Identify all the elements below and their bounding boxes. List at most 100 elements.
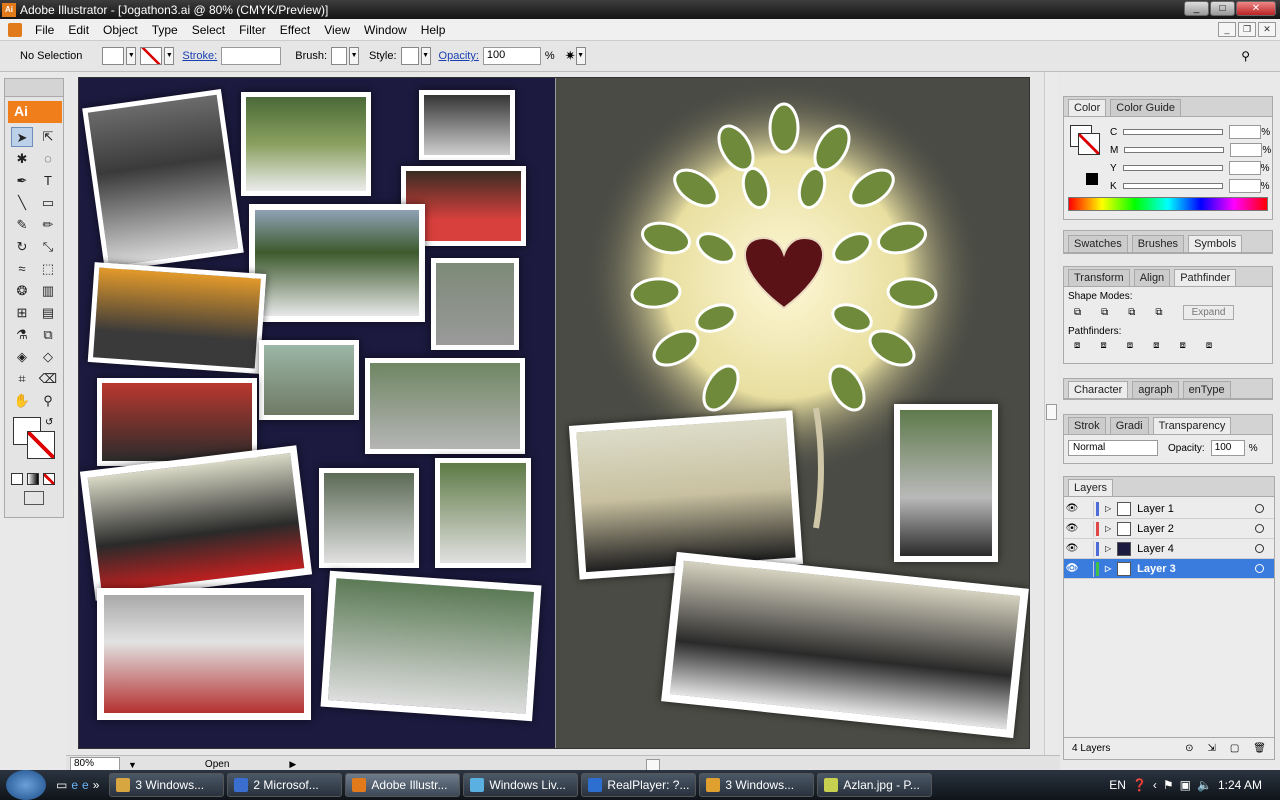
menu-filter[interactable]: Filter (232, 23, 273, 37)
photo-crowd-stretching[interactable] (82, 89, 244, 272)
graph-tool-icon[interactable]: ▥ (37, 281, 59, 301)
help-icon[interactable]: ❓ (1132, 778, 1147, 792)
paintbrush-tool-icon[interactable]: ✎ (11, 215, 33, 235)
layer-target-icon[interactable] (1255, 504, 1264, 513)
visibility-eye-icon[interactable]: 👁 (1064, 523, 1080, 534)
layer-name[interactable]: Layer 4 (1137, 543, 1174, 555)
divide-icon[interactable]: ⧈ (1074, 340, 1080, 351)
trim-icon[interactable]: ⧈ (1100, 340, 1106, 351)
tab-color[interactable]: Color (1068, 99, 1107, 116)
merge-icon[interactable]: ⧈ (1127, 340, 1133, 351)
transparency-opacity-field[interactable]: 100 (1210, 440, 1245, 456)
scale-tool-icon[interactable]: ⤡ (37, 237, 59, 257)
tab-paragraph[interactable]: agraph (1132, 381, 1179, 398)
status-menu-arrow[interactable]: ▶ (289, 759, 296, 770)
lock-toggle[interactable] (1080, 540, 1094, 557)
clock[interactable]: 1:24 AM (1218, 778, 1262, 792)
intersect-icon[interactable]: ⧉ (1128, 307, 1135, 318)
photo-two-officers[interactable] (241, 92, 371, 196)
photo-mass-start[interactable] (320, 570, 542, 722)
delete-layer-icon[interactable]: 🗑 (1253, 743, 1266, 754)
opacity-field[interactable]: 100 (482, 47, 541, 65)
swap-colors-icon[interactable]: ↺ (45, 417, 53, 428)
symbol-sprayer-tool-icon[interactable]: ❂ (11, 281, 33, 301)
channel-k-slider[interactable] (1122, 183, 1223, 189)
channel-c-slider[interactable] (1123, 129, 1224, 135)
gradient-tool-icon[interactable]: ▤ (37, 303, 59, 323)
layer-row[interactable]: 👁 ▷ Layer 2 (1064, 519, 1274, 539)
rotate-tool-icon[interactable]: ↻ (11, 237, 33, 257)
stroke-color-icon[interactable] (27, 431, 55, 459)
volume-icon[interactable]: 🔈 (1197, 778, 1212, 792)
task-windows-live[interactable]: Windows Liv... (463, 773, 579, 797)
menu-file[interactable]: File (28, 23, 61, 37)
photo-group-indoor[interactable] (419, 90, 515, 160)
tray-app-icon[interactable]: ⚑ (1163, 778, 1174, 792)
tab-gradient[interactable]: Gradi (1109, 417, 1149, 434)
fill-dropdown[interactable]: ▼ (126, 47, 137, 65)
eraser-tool-icon[interactable]: ⌫ (37, 369, 59, 389)
channel-y-field[interactable] (1228, 161, 1261, 175)
stroke-color-dropdown[interactable]: ▼ (164, 47, 175, 65)
channel-c-field[interactable] (1229, 125, 1262, 139)
color-spectrum-bar[interactable] (1068, 197, 1268, 211)
vertical-scrollbar[interactable] (1044, 72, 1058, 755)
style-swatch[interactable] (400, 47, 419, 65)
zoom-tool-icon[interactable]: ⚲ (37, 391, 59, 411)
doc-restore-button[interactable]: ❐ (1238, 22, 1256, 37)
menu-help[interactable]: Help (414, 23, 453, 37)
layer-target-icon[interactable] (1255, 564, 1264, 573)
channel-y-slider[interactable] (1122, 165, 1223, 171)
task-adobe-illustrator[interactable]: Adobe Illustr... (345, 773, 461, 797)
unite-icon[interactable]: ⧉ (1074, 307, 1081, 318)
outline-icon[interactable]: ⧈ (1180, 340, 1186, 351)
stroke-link[interactable]: Stroke: (182, 50, 217, 62)
tab-symbols[interactable]: Symbols (1188, 235, 1243, 252)
type-tool-icon[interactable]: T (37, 171, 59, 191)
rectangle-tool-icon[interactable]: ▭ (37, 193, 59, 213)
tab-pathfinder[interactable]: Pathfinder (1174, 269, 1237, 286)
minimize-button[interactable]: _ (1184, 1, 1209, 16)
doc-minimize-button[interactable]: _ (1218, 22, 1236, 37)
photo-start-warmup[interactable] (249, 204, 425, 322)
zoom-dropdown-icon[interactable]: ▼ (128, 760, 137, 770)
channel-m-field[interactable] (1230, 143, 1263, 157)
line-tool-icon[interactable]: ╲ (11, 193, 33, 213)
tab-stroke[interactable]: Strok (1068, 417, 1106, 434)
recolor-icon[interactable]: ✷ (565, 48, 576, 64)
horizontal-scroll-thumb[interactable] (646, 758, 661, 771)
brush-dropdown[interactable]: ▼ (349, 47, 360, 65)
doc-close-button[interactable]: ✕ (1258, 22, 1276, 37)
style-dropdown[interactable]: ▼ (420, 47, 431, 65)
network-icon[interactable]: ▣ (1180, 778, 1191, 792)
mesh-tool-icon[interactable]: ⊞ (11, 303, 33, 323)
pencil-tool-icon[interactable]: ✏ (37, 215, 59, 235)
tab-align[interactable]: Align (1133, 269, 1171, 286)
layer-name[interactable]: Layer 3 (1137, 563, 1176, 575)
stroke-weight-field[interactable] (221, 47, 282, 65)
gradient-mode-icon[interactable] (27, 473, 39, 485)
hand-tool-icon[interactable]: ✋ (11, 391, 33, 411)
lock-toggle[interactable] (1080, 560, 1094, 577)
photo-runners-street[interactable] (259, 340, 359, 420)
channel-k-field[interactable] (1228, 179, 1261, 193)
photo-crowd-seated[interactable] (97, 588, 311, 720)
photo-runners-grass[interactable] (435, 458, 531, 568)
free-transform-tool-icon[interactable]: ⬚ (37, 259, 59, 279)
color-stroke-icon[interactable] (1078, 133, 1100, 155)
tab-transform[interactable]: Transform (1068, 269, 1130, 286)
visibility-eye-icon[interactable]: 👁 (1064, 563, 1080, 574)
fill-swatch[interactable] (102, 47, 125, 65)
task-microsoft-word[interactable]: 2 Microsof... (227, 773, 343, 797)
menu-window[interactable]: Window (357, 23, 414, 37)
live-paint-tool-icon[interactable]: ◈ (11, 347, 33, 367)
layer-name[interactable]: Layer 1 (1137, 503, 1174, 515)
show-desktop-icon[interactable]: ▭ (56, 778, 67, 792)
photo-dancers[interactable] (79, 445, 313, 601)
tab-swatches[interactable]: Swatches (1068, 235, 1128, 252)
vertical-scroll-thumb[interactable] (1046, 404, 1057, 420)
maximize-button[interactable]: □ (1210, 1, 1235, 16)
make-clipping-mask-icon[interactable]: ⊙ (1185, 743, 1193, 754)
tools-panel-header[interactable] (5, 79, 63, 97)
brush-swatch[interactable] (331, 47, 348, 65)
